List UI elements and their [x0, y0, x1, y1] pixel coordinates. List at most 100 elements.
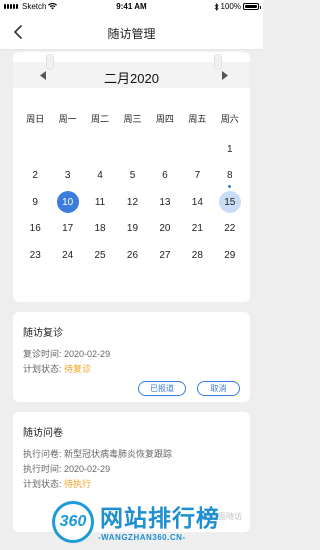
status-value: 待执行 — [64, 479, 92, 489]
calendar-day[interactable]: 15 — [214, 189, 246, 216]
day-number: 8 — [226, 170, 233, 182]
day-number: 9 — [32, 196, 38, 208]
day-number: 6 — [162, 170, 168, 182]
page-title: 随访管理 — [107, 27, 156, 41]
month-title: 二月2020 — [104, 71, 159, 86]
calendar-day[interactable]: 14 — [181, 189, 213, 216]
day-number: 4 — [97, 170, 103, 182]
plan-status-row: 计划状态: 待执行 — [23, 477, 91, 490]
day-number: 24 — [62, 249, 74, 261]
plan-status-row: 计划状态: 待复诊 — [23, 362, 91, 375]
day-number: 10 — [62, 196, 74, 208]
calendar-day[interactable]: 23 — [19, 242, 51, 269]
status-right: 100% — [214, 2, 261, 11]
calendar-day[interactable]: 11 — [84, 189, 116, 216]
day-number: 20 — [159, 223, 171, 235]
day-number: 1 — [226, 143, 233, 155]
calendar-day[interactable]: 9 — [19, 189, 51, 216]
calendar-day[interactable]: 5 — [116, 163, 148, 190]
day-number: 14 — [191, 196, 203, 208]
execute-time-row: 执行时间: 2020-02-29 — [23, 462, 110, 475]
calendar-day[interactable]: 29 — [214, 242, 246, 269]
calendar-day[interactable]: 6 — [149, 163, 181, 190]
weekday-label: 周五 — [188, 114, 207, 124]
day-number: 16 — [29, 223, 41, 235]
day-number: 13 — [159, 196, 171, 208]
status-bar: Sketch 9:41 AM 100% — [0, 0, 263, 14]
calendar-day[interactable]: 12 — [116, 189, 148, 216]
cancel-button[interactable]: 取消 — [197, 381, 240, 396]
row-value: 2020-02-29 — [64, 464, 111, 474]
calendar-day[interactable]: 28 — [181, 242, 213, 269]
row-label: 计划状态: — [23, 364, 62, 374]
day-number: 19 — [126, 223, 139, 235]
calendar-day[interactable]: 8 — [214, 163, 246, 190]
next-month-button[interactable] — [218, 69, 230, 81]
status-value: 待复诊 — [64, 364, 92, 374]
card-title: 随访问卷 — [23, 428, 63, 439]
calendar-card: 二月2020 周日 周一 周二 周三 周四 周五 周六 1 2 3 4 5 6 7 8 9 10 1… — [13, 52, 250, 302]
day-number: 28 — [191, 249, 203, 261]
binder-ring-right — [214, 54, 222, 70]
calendar-day[interactable]: 13 — [149, 189, 181, 216]
follow-up-visit-card: 随访复诊 复诊时间: 2020-02-29 计划状态: 待复诊 已报道 取消 — [13, 312, 250, 402]
calendar-day[interactable]: 21 — [181, 216, 213, 243]
day-number: 2 — [32, 170, 38, 182]
caret-right-icon — [221, 70, 228, 80]
bluetooth-icon — [214, 2, 219, 11]
calendar-day[interactable]: 24 — [51, 242, 83, 269]
calendar-day[interactable]: 19 — [116, 216, 148, 243]
calendar-day[interactable]: 10 — [51, 189, 83, 216]
calendar-day[interactable]: 2 — [19, 163, 51, 190]
calendar-day-empty — [51, 136, 83, 163]
binder-ring-left — [46, 54, 54, 70]
weekday-label: 周四 — [155, 114, 174, 124]
calendar-day[interactable]: 7 — [181, 163, 213, 190]
weekday-label: 周二 — [91, 114, 110, 124]
day-number: 5 — [129, 170, 136, 182]
day-number: 3 — [64, 170, 71, 182]
day-number: 22 — [224, 223, 236, 235]
calendar-day[interactable]: 3 — [51, 163, 83, 190]
reported-button[interactable]: 已报道 — [138, 381, 186, 396]
day-number: 29 — [224, 249, 236, 261]
day-number: 11 — [94, 196, 106, 208]
day-number: 12 — [126, 196, 139, 208]
calendar-day-empty — [149, 136, 181, 163]
follow-up-survey-card: 随访问卷 执行问卷: 新型冠状病毒肺炎恢复跟踪 执行时间: 2020-02-29… — [13, 412, 250, 532]
calendar-day-empty — [84, 136, 116, 163]
day-number: 18 — [94, 223, 106, 235]
day-number: 17 — [62, 223, 74, 235]
battery-percent: 100% — [220, 2, 241, 11]
calendar-day-empty — [19, 136, 51, 163]
visit-time-row: 复诊时间: 2020-02-29 — [23, 347, 110, 360]
day-number: 25 — [94, 249, 106, 261]
day-number: 26 — [126, 249, 139, 261]
weekday-label: 周日 — [26, 114, 45, 124]
day-number: 21 — [191, 223, 203, 235]
calendar-day[interactable]: 20 — [149, 216, 181, 243]
day-number: 27 — [159, 249, 171, 261]
weekday-header: 周日 周一 周二 周三 周四 周五 周六 — [19, 112, 246, 126]
calendar-day[interactable]: 27 — [149, 242, 181, 269]
calendar-day[interactable]: 26 — [116, 242, 148, 269]
row-value: 新型冠状病毒肺炎恢复跟踪 — [64, 449, 173, 459]
row-label: 执行问卷: — [23, 449, 62, 459]
card-title: 随访复诊 — [23, 328, 63, 339]
calendar-day[interactable]: 25 — [84, 242, 116, 269]
calendar-day-empty — [181, 136, 213, 163]
weekday-label: 周三 — [123, 114, 142, 124]
battery-icon — [243, 3, 261, 10]
day-number: 15 — [224, 196, 236, 208]
survey-name-row: 执行问卷: 新型冠状病毒肺炎恢复跟踪 — [23, 447, 172, 460]
row-label: 执行时间: — [23, 464, 62, 474]
weekday-label: 周六 — [220, 114, 239, 124]
calendar-day[interactable]: 16 — [19, 216, 51, 243]
calendar-day-empty — [116, 136, 148, 163]
calendar-day[interactable]: 17 — [51, 216, 83, 243]
weekday-label: 周一 — [58, 114, 77, 124]
calendar-day[interactable]: 4 — [84, 163, 116, 190]
calendar-day[interactable]: 1 — [214, 136, 246, 163]
calendar-day[interactable]: 22 — [214, 216, 246, 243]
calendar-day[interactable]: 18 — [84, 216, 116, 243]
